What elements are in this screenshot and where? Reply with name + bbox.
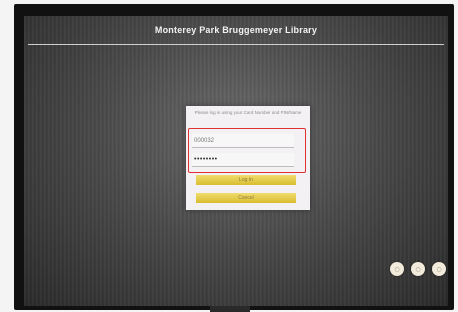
kiosk-screen: Monterey Park Bruggemeyer Library Please… — [24, 16, 448, 306]
monitor-stand — [210, 306, 250, 312]
login-prompt: Please log in using your Card Number and… — [194, 110, 302, 115]
card-number-input[interactable]: 000032 — [192, 134, 294, 148]
header-divider — [28, 44, 444, 45]
login-dialog: Please log in using your Card Number and… — [186, 106, 310, 210]
cancel-button[interactable]: Cancel — [196, 193, 296, 203]
info-icon[interactable]: ○ — [432, 262, 446, 276]
login-button[interactable]: Log In — [196, 175, 296, 185]
pin-input[interactable]: •••••••• — [192, 153, 294, 167]
info-icon-glyph: ○ — [436, 265, 442, 273]
globe-icon[interactable]: ○ — [390, 262, 404, 276]
globe-icon-glyph: ○ — [394, 265, 400, 273]
page-title: Monterey Park Bruggemeyer Library — [154, 25, 318, 35]
help-icon-glyph: ○ — [415, 265, 421, 273]
header-bar: Monterey Park Bruggemeyer Library — [24, 16, 448, 44]
help-icon[interactable]: ○ — [411, 262, 425, 276]
